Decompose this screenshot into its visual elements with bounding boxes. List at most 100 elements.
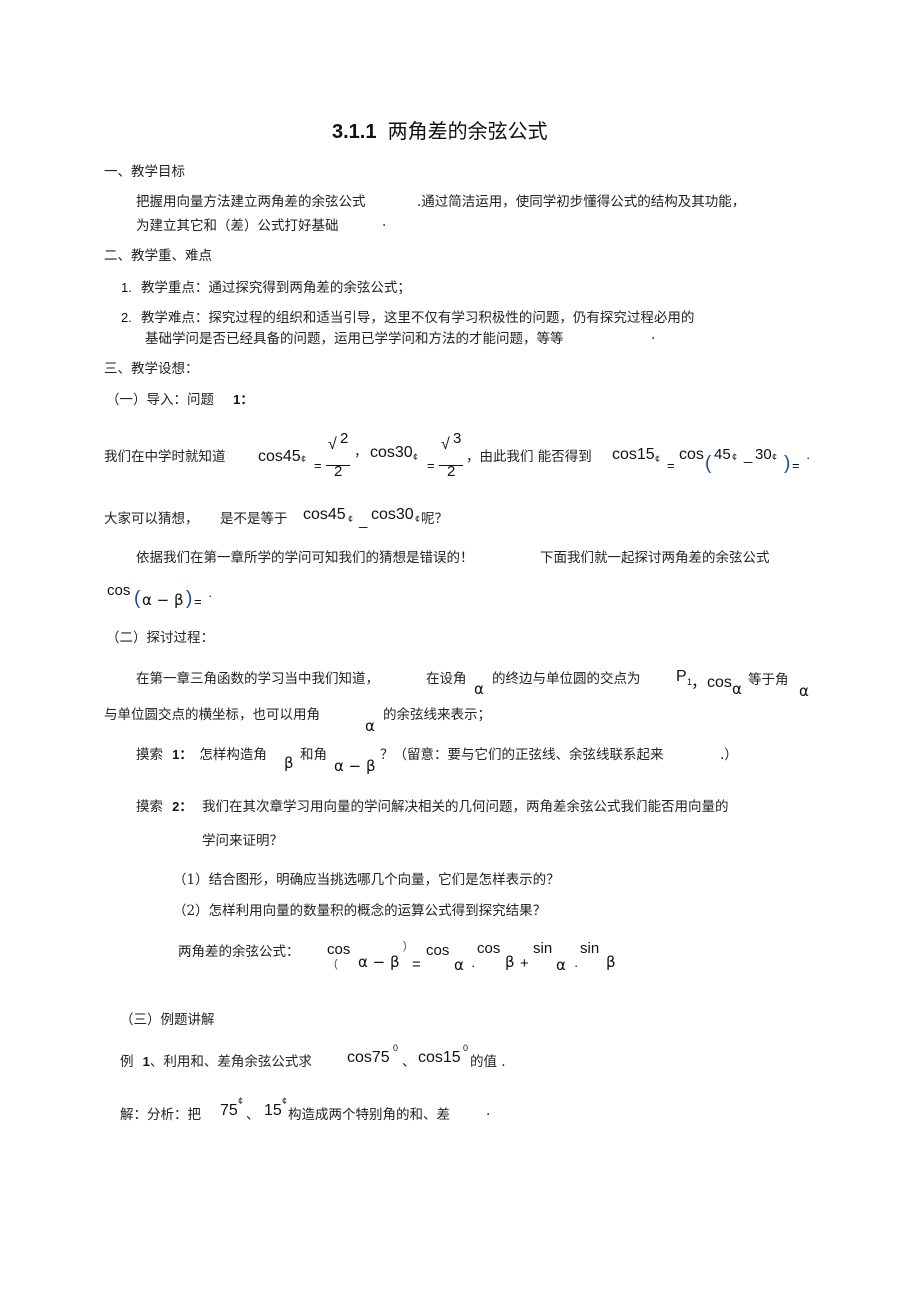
degree-mark: ¢: [732, 452, 738, 462]
formula-alpha: α: [454, 956, 464, 974]
keypoint-num: 1.: [121, 280, 132, 295]
formula-alpha-minus-beta: α − β: [358, 953, 400, 971]
right-paren: ): [784, 453, 791, 474]
degree-mark: ¢: [413, 452, 419, 462]
explore-1-c: ？（留意：要与它们的正弦线、余弦线联系起来: [380, 747, 664, 763]
formula-cos: cos: [327, 941, 351, 958]
alpha-symbol: α: [732, 680, 742, 698]
guess-end: 呢？: [421, 511, 448, 527]
degree-superscript: ¢: [282, 1096, 288, 1106]
goals-line-2a: 为建立其它和（差）公式打好基础: [136, 218, 339, 234]
minus-sign: _: [359, 512, 368, 529]
point-P: P: [676, 668, 687, 685]
math-equals: =: [194, 594, 202, 609]
example-end: 的值 .: [470, 1054, 506, 1070]
formula-beta: β: [606, 953, 616, 971]
part2-heading: （二）探讨过程：: [106, 630, 214, 646]
angle-15: 15: [264, 1102, 282, 1119]
math-cos45: cos45: [258, 448, 301, 465]
right-paren: ): [186, 588, 193, 609]
formula-cos-beta-cos: cos: [477, 940, 501, 957]
explore-1-end: .）: [720, 747, 738, 763]
sqrt-sign: √: [441, 436, 450, 453]
degree-mark: ¢: [301, 454, 307, 464]
section-heading-goals: 一、教学目标: [104, 164, 185, 180]
formula-sin-alpha-sin: sin: [533, 940, 553, 957]
keypoint-text: 教学重点：通过探究得到两角差的余弦公式；: [140, 280, 411, 296]
alpha-minus-beta: α − β: [334, 757, 376, 775]
goals-line-1a: 把握用向量方法建立两角差的余弦公式: [136, 194, 366, 210]
formula-left-paren: (: [334, 958, 338, 970]
example-1: 例 1、利用和、差角余弦公式求: [120, 1050, 312, 1070]
title-text: 两角差的余弦公式: [387, 119, 548, 143]
math-cos15: cos15: [418, 1049, 461, 1066]
formula-dot: ·: [471, 958, 476, 973]
keypoint-item-2-cont: 基础学问是否已经具备的问题，运用已学学问和方法的才能问题，等等: [145, 331, 564, 347]
formula-cos-alpha-cos: cos: [426, 942, 450, 959]
p1b: 在设角: [426, 671, 467, 687]
explore-1-b: 和角: [300, 747, 327, 763]
p1e: 等于角: [748, 672, 789, 688]
period-dot: ·: [806, 450, 811, 465]
part1-heading-num: 1：: [233, 392, 254, 407]
page-title: 3.1.1 两角差的余弦公式: [332, 115, 548, 144]
angle-75: 75: [220, 1102, 238, 1119]
p2a: 与单位圆交点的横坐标，也可以用角: [104, 707, 320, 723]
below-text: 下面我们就一起探讨两角差的余弦公式: [540, 550, 770, 566]
mid-text: ，由此我们 能否得到: [466, 449, 592, 465]
beta-symbol: β: [284, 754, 294, 772]
fraction-numerator: 2: [340, 430, 349, 447]
keypoint-item-2: 2. 教学难点：探究过程的组织和适当引导，这里不仅有学习积极性的问题，仍有探究过…: [121, 306, 694, 326]
question-1: （1）结合图形，明确应当挑选哪几个向量，它们是怎样表示的？: [173, 872, 560, 888]
example-num: 1: [142, 1054, 150, 1069]
keypoint-item-1: 1. 教学重点：通过探究得到两角差的余弦公式；: [121, 276, 411, 296]
explore-num: 1：: [172, 747, 193, 762]
explore-num: 2：: [172, 799, 193, 814]
section-heading-keypoints: 二、教学重、难点: [104, 248, 212, 264]
alpha-symbol: α: [365, 717, 375, 735]
separator: 、: [402, 1054, 416, 1070]
degree-superscript: ¢: [238, 1096, 244, 1106]
intro-text: 我们在中学时就知道: [104, 449, 226, 465]
degree-superscript: 0: [463, 1043, 469, 1053]
solution-text: 解：分析：把: [120, 1107, 201, 1123]
math-cos: ，cos: [691, 674, 732, 691]
p2b: 的余弦线来表示；: [383, 707, 491, 723]
explore-2-a: 我们在其次章学习用向量的学问解决相关的几何问题，两角差余弦公式我们能否用向量的: [202, 799, 729, 815]
formula-plus: +: [520, 955, 529, 972]
math-equals: =: [427, 458, 435, 473]
fraction-numerator: 3: [453, 430, 462, 447]
math-cos75: cos75: [347, 1049, 390, 1066]
left-paren: (: [134, 588, 141, 609]
keypoint-text: 教学难点：探究过程的组织和适当引导，这里不仅有学习积极性的问题，仍有探究过程必用…: [140, 310, 695, 326]
question-2: （2）怎样利用向量的数量积的概念的运算公式得到探究结果？: [173, 903, 547, 919]
guess-text: 大家可以猜想，: [104, 511, 199, 527]
math-equals: =: [792, 458, 800, 473]
alpha-symbol: α: [474, 680, 484, 698]
example-label: 例: [120, 1054, 134, 1070]
according-text: 依据我们在第一章所学的学问可知我们的猜想是错误的！: [136, 550, 474, 566]
explore-text: 怎样构造角: [199, 747, 267, 763]
math-equals: =: [314, 458, 322, 473]
math-cos15: cos15: [612, 446, 655, 463]
explore-2-b: 学问来证明？: [202, 833, 283, 849]
keypoint-item-2-end: .: [651, 327, 656, 343]
sqrt-sign: √: [328, 436, 337, 453]
degree-mark: ¢: [655, 454, 661, 464]
p1c: 的终边与单位圆的交点为: [492, 671, 641, 687]
fraction-denominator: 2: [447, 463, 456, 480]
degree-superscript: 0: [393, 1043, 399, 1053]
formula-label: 两角差的余弦公式：: [178, 944, 300, 960]
example-text: 、利用和、差角余弦公式求: [149, 1054, 312, 1070]
section-heading-design: 三、教学设想：: [104, 361, 199, 377]
formula-alpha: α: [556, 956, 566, 974]
title-number: 3.1.1: [332, 121, 377, 143]
math-cos30: cos30: [370, 444, 413, 461]
explore-label: 摸索: [136, 799, 163, 815]
solution-end: .: [486, 1103, 491, 1119]
alpha-symbol: α: [799, 682, 809, 700]
degree-mark: ¢: [415, 514, 421, 524]
separator: 、: [246, 1107, 260, 1123]
period-dot: ·: [208, 588, 213, 603]
part3-heading: （三）例题讲解: [120, 1012, 215, 1028]
